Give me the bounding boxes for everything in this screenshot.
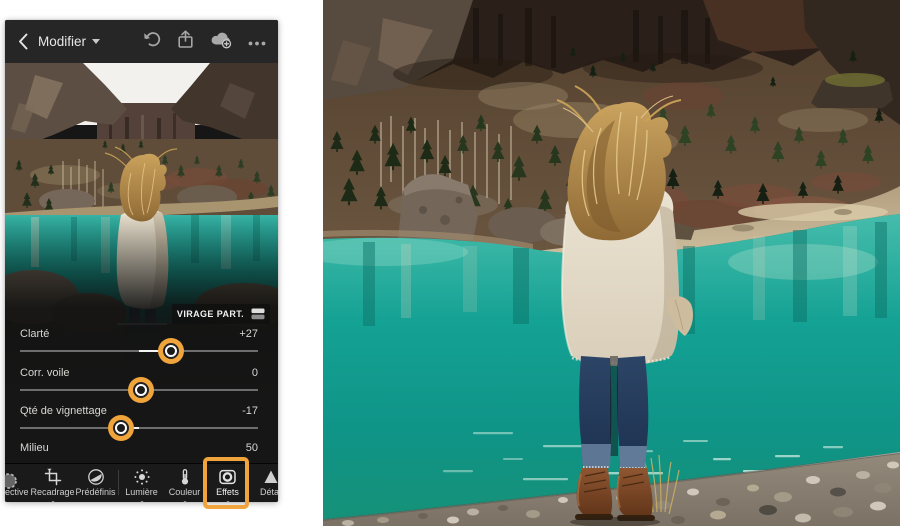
split-tone-label: VIRAGE PART.	[176, 309, 245, 319]
slider-corr-voile: Corr. voile 0	[5, 367, 278, 403]
more-options-icon[interactable]	[248, 33, 266, 51]
toolbar-divider	[118, 470, 119, 495]
toolbar-item-label: Prédéfinis	[75, 487, 116, 497]
toolbar-item-selective[interactable]: ective	[5, 464, 31, 502]
toolbar-item-label: Couleur	[168, 487, 201, 497]
toolbar-item-predefinis[interactable]: Prédéfinis	[74, 464, 117, 502]
slider-handle[interactable]	[113, 420, 130, 436]
chevron-down-icon	[92, 39, 101, 44]
slider-label: Corr. voile	[20, 367, 70, 379]
top-bar: Modifier	[5, 20, 278, 63]
screenshot-stage: Modifier VIRAGE PART. Clarté +27 Corr. v…	[0, 0, 900, 526]
edited-dot	[51, 500, 54, 502]
mode-dropdown[interactable]: Modifier	[38, 34, 101, 49]
crop-rotate-icon	[44, 468, 62, 486]
slider-handle-highlight[interactable]	[127, 377, 154, 403]
mode-title: Modifier	[38, 34, 87, 49]
slider-handle[interactable]	[132, 382, 149, 398]
toolbar-item-detail[interactable]: Détai	[249, 464, 278, 502]
slider-handle[interactable]	[162, 343, 179, 359]
back-icon[interactable]	[18, 33, 28, 50]
color-thermometer-icon	[176, 468, 194, 486]
toolbar-item-effets[interactable]: Effets	[206, 464, 249, 502]
slider-value: 0	[251, 367, 258, 379]
toolbar-item-couleur[interactable]: Couleur	[163, 464, 206, 502]
toolbar-item-label: Lumière	[125, 487, 158, 497]
split-tone-icon	[251, 308, 265, 320]
toolbar-item-label: Recadrage	[30, 487, 75, 497]
toolbar-item-label: Effets	[216, 487, 239, 497]
detail-triangle-icon	[262, 468, 279, 486]
toolbar-item-label: Détai	[259, 487, 278, 497]
slider-label: Milieu	[20, 442, 49, 454]
light-sun-icon	[133, 468, 151, 486]
slider-label: Clarté	[20, 328, 50, 340]
slider-label: Qté de vignettage	[20, 405, 107, 417]
effects-vignette-icon	[218, 468, 237, 486]
slider-value: +27	[239, 328, 258, 340]
presets-duotone-icon	[87, 468, 105, 486]
slider-handle-highlight[interactable]	[157, 338, 184, 364]
slider-handle-highlight[interactable]	[108, 415, 135, 441]
edited-dot	[226, 500, 229, 502]
share-icon[interactable]	[177, 29, 194, 54]
cloud-sync-icon[interactable]	[209, 30, 233, 54]
toolbar-item-recadrage[interactable]: Recadrage	[30, 464, 75, 502]
slider-value: -17	[242, 405, 258, 417]
toolbar-item-label: ective	[5, 487, 29, 497]
slider-value: 50	[245, 442, 258, 454]
lightroom-mobile-panel: Modifier VIRAGE PART. Clarté +27 Corr. v…	[5, 20, 278, 509]
undo-icon[interactable]	[143, 31, 162, 53]
main-photo	[323, 0, 900, 526]
toolbar-item-lumiere[interactable]: Lumière	[120, 464, 163, 502]
edited-dot	[183, 500, 186, 502]
edit-toolbar: ective Recadrage Prédéfinis Lumière Coul…	[5, 463, 278, 502]
slider-clarte: Clarté +27	[5, 328, 278, 364]
edited-dot	[140, 500, 143, 502]
split-tone-chip[interactable]: VIRAGE PART.	[172, 304, 270, 324]
slider-vignettage: Qté de vignettage -17	[5, 405, 278, 441]
